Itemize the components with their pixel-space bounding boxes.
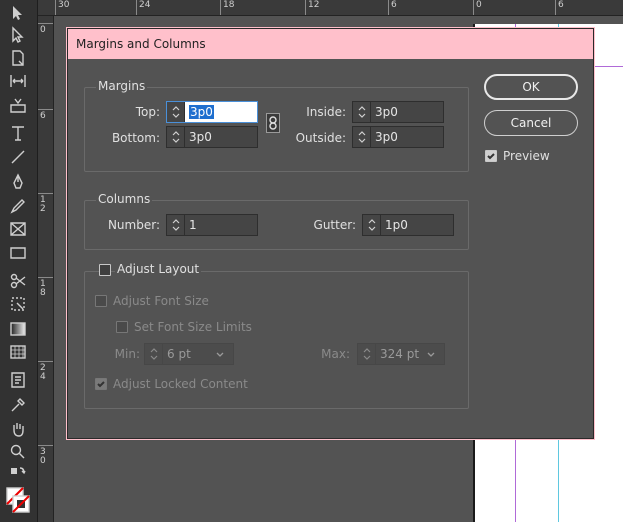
margins-group-label: Margins xyxy=(96,79,148,93)
margins-columns-dialog: Margins and Columns Margins Top: 3p0 Bot… xyxy=(67,28,594,439)
pen-tool-icon[interactable] xyxy=(4,171,32,193)
min-font-size-field[interactable]: 6 pt xyxy=(144,343,234,365)
outside-margin-field[interactable]: 3p0 xyxy=(352,126,444,148)
max-label: Max: xyxy=(321,347,350,361)
ruler-tick: 0 xyxy=(38,23,53,35)
scissors-tool-icon[interactable] xyxy=(4,270,32,292)
adjust-font-size-checkbox[interactable] xyxy=(95,295,107,307)
adjust-layout-checkbox[interactable] xyxy=(99,264,111,276)
chevron-down-icon[interactable] xyxy=(215,349,225,359)
inside-margin-field[interactable]: 3p0 xyxy=(352,101,444,123)
gap-tool-icon[interactable] xyxy=(4,70,32,92)
adjust-layout-label: Adjust Layout xyxy=(115,262,202,276)
gradient-tool-icon[interactable] xyxy=(4,318,32,340)
ruler-tick: 6 xyxy=(388,0,397,15)
gutter-value: 1p0 xyxy=(385,218,408,232)
ruler-tick: 30 xyxy=(54,0,70,15)
bottom-label: Bottom: xyxy=(111,131,160,145)
dialog-title: Margins and Columns xyxy=(76,37,206,51)
ruler-tick: 12 xyxy=(304,0,320,15)
top-spinner-icon[interactable] xyxy=(167,102,185,122)
ok-button[interactable]: OK xyxy=(484,74,578,100)
preview-checkbox[interactable] xyxy=(485,150,497,162)
top-label: Top: xyxy=(135,105,160,119)
max-font-size-value: 324 pt xyxy=(380,347,420,361)
gutter-field[interactable]: 1p0 xyxy=(362,214,454,236)
vertical-ruler[interactable]: 0 6 1 2 1 8 2 4 3 0 xyxy=(38,16,54,522)
selection-tool-icon[interactable] xyxy=(4,2,32,24)
columns-group-label: Columns xyxy=(96,192,153,206)
ruler-tick: 6 xyxy=(38,109,53,121)
top-margin-field[interactable]: 3p0 xyxy=(166,101,258,123)
gutter-label: Gutter: xyxy=(313,218,356,232)
bottom-spinner-icon[interactable] xyxy=(167,127,185,147)
eyedropper-tool-icon[interactable] xyxy=(4,394,32,416)
pencil-tool-icon[interactable] xyxy=(4,195,32,217)
ruler-tick: 1 2 xyxy=(38,193,53,214)
columns-number-field[interactable]: 1 xyxy=(166,214,258,236)
max-font-size-field[interactable]: 324 pt xyxy=(357,343,445,365)
ruler-tick: 24 xyxy=(135,0,151,15)
ruler-tick: 1 8 xyxy=(38,277,53,298)
ruler-tick: 0 xyxy=(473,0,482,15)
gutter-spinner-icon[interactable] xyxy=(363,215,381,235)
ruler-tick: 3 0 xyxy=(38,445,53,466)
ruler-tick: 6 xyxy=(555,0,564,15)
min-spinner-icon[interactable] xyxy=(145,344,163,364)
rectangle-frame-tool-icon[interactable] xyxy=(4,218,32,240)
max-spinner-icon[interactable] xyxy=(358,344,376,364)
ruler-tick: 2 4 xyxy=(38,361,53,382)
chevron-down-icon[interactable] xyxy=(426,349,436,359)
fill-stroke-swatch-icon[interactable] xyxy=(4,484,32,518)
bottom-margin-field[interactable]: 3p0 xyxy=(166,126,258,148)
zoom-tool-icon[interactable] xyxy=(4,441,32,463)
dialog-titlebar[interactable]: Margins and Columns xyxy=(68,29,593,59)
ruler-tick: 18 xyxy=(219,0,235,15)
adjust-locked-content-label: Adjust Locked Content xyxy=(113,377,248,391)
set-font-size-limits-label: Set Font Size Limits xyxy=(134,320,252,334)
columns-number-value: 1 xyxy=(189,218,197,232)
top-margin-value: 3p0 xyxy=(189,105,214,119)
inside-spinner-icon[interactable] xyxy=(353,102,371,122)
outside-spinner-icon[interactable] xyxy=(353,127,371,147)
preview-label: Preview xyxy=(503,149,550,163)
rectangle-tool-icon[interactable] xyxy=(4,242,32,264)
number-label: Number: xyxy=(107,218,160,232)
content-collector-icon[interactable] xyxy=(4,94,32,116)
adjust-font-size-label: Adjust Font Size xyxy=(113,294,209,308)
set-font-size-limits-checkbox[interactable] xyxy=(116,321,128,333)
horizontal-ruler[interactable]: 30 24 18 12 6 0 6 xyxy=(38,0,623,16)
direct-selection-tool-icon[interactable] xyxy=(4,24,32,46)
min-label: Min: xyxy=(114,347,140,361)
inside-label: Inside: xyxy=(306,105,346,119)
type-tool-icon[interactable] xyxy=(4,122,32,144)
line-tool-icon[interactable] xyxy=(4,146,32,168)
free-transform-tool-icon[interactable] xyxy=(4,293,32,315)
outside-margin-value: 3p0 xyxy=(375,130,398,144)
cancel-button[interactable]: Cancel xyxy=(484,110,578,136)
bottom-margin-value: 3p0 xyxy=(189,130,212,144)
chain-link-icon[interactable] xyxy=(266,113,280,133)
adjust-locked-content-checkbox[interactable] xyxy=(95,378,107,390)
page-tool-icon[interactable] xyxy=(4,47,32,69)
min-font-size-value: 6 pt xyxy=(167,347,191,361)
hand-tool-icon[interactable] xyxy=(4,418,32,440)
indesign-window: 30 24 18 12 6 0 6 0 6 1 2 1 8 2 4 3 0 Ma… xyxy=(0,0,623,522)
number-spinner-icon[interactable] xyxy=(167,215,185,235)
outside-label: Outside: xyxy=(295,131,346,145)
inside-margin-value: 3p0 xyxy=(375,105,398,119)
gradient-feather-tool-icon[interactable] xyxy=(4,341,32,363)
toolbox xyxy=(0,0,38,522)
default-swap-colors-icon[interactable] xyxy=(4,464,32,482)
margin-guide xyxy=(595,66,623,67)
note-tool-icon[interactable] xyxy=(4,369,32,391)
